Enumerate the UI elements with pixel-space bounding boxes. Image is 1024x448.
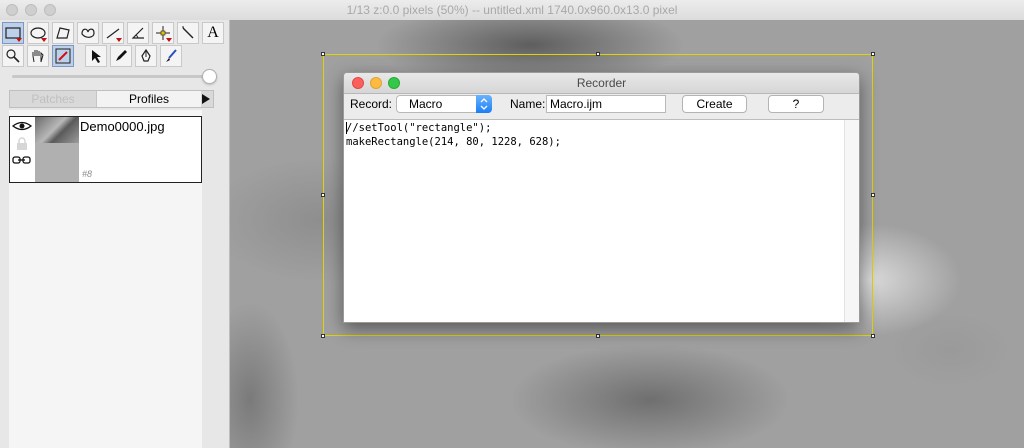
- recorder-title-bar[interactable]: Recorder: [344, 73, 859, 94]
- select-arrows-icon: [476, 95, 492, 113]
- brush-icon: [166, 49, 177, 62]
- selection-handle-left[interactable]: [321, 193, 325, 197]
- record-type-value: Macro: [409, 97, 443, 111]
- text-icon: A: [207, 24, 219, 41]
- recorder-title: Recorder: [576, 76, 627, 90]
- layer-name: Demo0000.jpg: [80, 119, 165, 134]
- magnifier-tool[interactable]: [2, 45, 24, 67]
- macro-name-value: Macro.ijm: [550, 97, 603, 111]
- create-button[interactable]: Create: [682, 95, 747, 113]
- selection-handle-tl[interactable]: [321, 52, 325, 56]
- polygon-icon: [56, 27, 70, 39]
- freehand-tool[interactable]: [77, 22, 99, 44]
- panel-tabs: Patches Profiles: [9, 90, 214, 108]
- selection-handle-br[interactable]: [871, 334, 875, 338]
- select-arrow-tool[interactable]: [85, 45, 107, 67]
- arrow-icon: [92, 50, 101, 63]
- ellipse-tool[interactable]: [27, 22, 49, 44]
- opacity-slider-track[interactable]: [12, 75, 212, 78]
- magnifier-icon: [6, 49, 20, 63]
- editor-scrollbar[interactable]: [844, 120, 859, 322]
- hand-tool[interactable]: [27, 45, 49, 67]
- selection-handle-bottom[interactable]: [596, 334, 600, 338]
- opacity-slider-knob[interactable]: [202, 69, 217, 84]
- wand-tool[interactable]: [177, 22, 199, 44]
- pencil-tool[interactable]: [110, 45, 132, 67]
- recorder-window: Recorder Record: Macro Name: Macro.ijm C…: [343, 72, 860, 323]
- layer-row[interactable]: Demo0000.jpg #8: [9, 116, 202, 183]
- dropper-tool[interactable]: [52, 45, 74, 67]
- line-tool[interactable]: [102, 22, 124, 44]
- selection-handle-right[interactable]: [871, 193, 875, 197]
- angle-icon: [131, 27, 144, 39]
- hand-icon: [32, 50, 44, 63]
- tab-profiles[interactable]: Profiles: [96, 91, 201, 107]
- layer-controls: [10, 117, 34, 182]
- help-button[interactable]: ?: [768, 95, 824, 113]
- brush-tool[interactable]: [160, 45, 182, 67]
- layer-id: #8: [82, 169, 93, 179]
- macro-code-editor[interactable]: //setTool("rectangle"); makeRectangle(214…: [344, 119, 859, 322]
- selection-handle-tr[interactable]: [871, 52, 875, 56]
- code-line: //setTool("rectangle");: [346, 122, 492, 134]
- pen-tool[interactable]: [135, 45, 157, 67]
- point-tool[interactable]: [152, 22, 174, 44]
- macro-name-input[interactable]: Macro.ijm: [546, 95, 666, 113]
- record-label: Record:: [350, 97, 393, 111]
- selection-handle-top[interactable]: [596, 52, 600, 56]
- text-tool[interactable]: A: [202, 22, 224, 44]
- selection-handle-bl[interactable]: [321, 334, 325, 338]
- left-panel: A Patches Profiles Demo0000.jpg #8: [0, 20, 230, 448]
- pen-icon: [141, 48, 151, 62]
- record-type-select[interactable]: Macro: [396, 95, 492, 113]
- macro-code: //setTool("rectangle"); makeRectangle(214…: [346, 121, 561, 149]
- angle-tool[interactable]: [127, 22, 149, 44]
- pencil-icon: [116, 50, 127, 61]
- code-line: makeRectangle(214, 80, 1228, 628);: [346, 136, 561, 148]
- name-label: Name:: [510, 97, 546, 111]
- play-arrow-icon[interactable]: [201, 92, 211, 106]
- polygon-tool[interactable]: [52, 22, 74, 44]
- link-icon[interactable]: [12, 155, 32, 165]
- window-title: 1/13 z:0.0 pixels (50%) -- untitled.xml …: [346, 3, 678, 17]
- rectangle-tool[interactable]: [2, 22, 24, 44]
- dropper-icon: [55, 48, 71, 64]
- layer-thumbnail: [35, 117, 79, 143]
- freehand-icon: [81, 28, 95, 38]
- main-title-bar: 1/13 z:0.0 pixels (50%) -- untitled.xml …: [0, 0, 1024, 21]
- lock-icon[interactable]: [16, 137, 28, 151]
- wand-icon: [182, 26, 194, 39]
- layer-thumbnail-mask: [35, 143, 79, 182]
- tab-patches[interactable]: Patches: [10, 91, 96, 107]
- eye-icon[interactable]: [11, 120, 33, 132]
